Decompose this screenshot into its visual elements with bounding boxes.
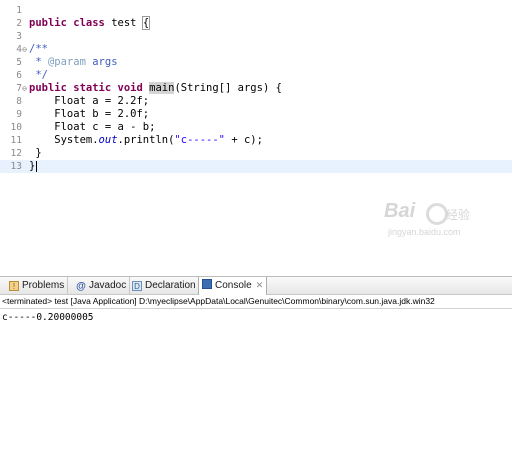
code-text: System.out.println("c-----" + c); [29,134,263,147]
code-line[interactable]: 8 Float a = 2.2f; [0,95,512,108]
line-number: 8 [16,96,22,107]
code-token: + c); [225,134,263,146]
close-icon[interactable]: ✕ [256,280,264,290]
code-line[interactable]: 4 ⊖/** [0,43,512,56]
code-line[interactable]: 11 System.out.println("c-----" + c); [0,134,512,147]
code-line[interactable]: 9 Float b = 2.0f; [0,108,512,121]
code-token: test [104,17,143,29]
tab-label: Console [215,280,252,291]
code-line[interactable]: 3 [0,30,512,43]
code-token: @param [47,56,86,68]
code-token: class [73,17,105,29]
code-token: out [98,134,118,146]
code-token: Float b = 2.0f; [29,108,150,120]
code-token: void [117,82,143,94]
code-token: Float c = a - b; [29,121,156,133]
javadoc-icon: @ [76,281,86,292]
tab-label: Problems [22,280,65,291]
baidu-watermark: Bai 经验 jingyan.baidu.com [384,200,484,244]
code-token: main [149,82,175,94]
tab-javadoc[interactable]: @ Javadoc [73,277,131,294]
text-caret [36,160,38,172]
fold-toggle-icon[interactable]: ⊖ [20,43,29,56]
terminated-status: <terminated> test [Java Application] D:\… [0,295,512,307]
code-line[interactable]: 6 */ [0,69,512,82]
code-token: args [85,56,118,68]
code-token: { [141,16,151,30]
line-number: 9 [16,109,22,120]
code-token: "c-----" [174,134,225,146]
code-line[interactable]: 13} [0,160,512,173]
code-token: (String[] args) { [174,82,282,94]
code-token: System. [29,134,99,146]
console-output-text[interactable]: c-----0.20000005 [2,312,94,323]
line-number: 13 [10,161,22,172]
code-text: */ [29,69,48,82]
code-line[interactable]: 7 ⊖ public static void main(String[] args)… [0,82,512,95]
watermark-url: jingyan.baidu.com [388,227,461,237]
line-number: 6 [16,70,22,81]
watermark-cn-text: 经验 [446,208,471,222]
line-number: 10 [10,122,22,133]
code-token: public [29,17,67,29]
console-icon [202,279,212,289]
code-line[interactable]: 5 * @param args [0,56,512,69]
code-token: /** [29,43,48,55]
line-number: 4 [16,44,22,55]
tab-problems[interactable]: ! Problems [6,277,69,294]
line-number: 11 [10,135,22,146]
code-text: } [29,147,42,160]
paw-icon [426,203,448,225]
code-line[interactable]: 12 } [0,147,512,160]
code-token: public [29,82,67,94]
code-text: /** [29,43,48,56]
code-text: } [29,160,38,173]
code-text: * @param args [29,56,118,69]
code-line[interactable]: 1 [0,4,512,17]
console-view-tabbar: ! Problems @ Javadoc D Declaration Console ✕ [0,276,512,295]
code-text: public class test { [29,16,151,30]
line-number: 12 [10,148,22,159]
code-text: Float c = a - b; [29,121,155,134]
problems-icon: ! [9,281,19,291]
code-token: static [73,82,112,94]
code-token: */ [29,69,48,81]
code-line[interactable]: 10 Float c = a - b; [0,121,512,134]
line-number: 2 [16,18,22,29]
code-text: public static void main(String[] args) { [29,82,282,95]
code-text: Float a = 2.2f; [29,95,149,108]
code-text: Float b = 2.0f; [29,108,149,121]
console-output-area[interactable]: c-----0.20000005 [0,308,512,453]
line-number: 7 [16,83,22,94]
tab-console[interactable]: Console ✕ [198,277,268,295]
watermark-logo-text: Bai [384,200,416,222]
code-line[interactable]: 2 public class test { [0,16,512,30]
code-token: } [29,160,36,172]
declaration-icon: D [132,281,142,291]
line-number: 3 [16,31,22,42]
tab-label: Declaration [145,280,196,291]
code-token: .println( [117,134,175,146]
code-token: } [29,147,42,159]
line-number: 1 [16,5,22,16]
tab-label: Javadoc [89,280,127,291]
tab-declaration[interactable]: D Declaration [129,277,200,294]
line-number: 5 [16,57,22,68]
code-token: Float a = 2.2f; [29,95,150,107]
code-token: * [29,56,48,68]
fold-toggle-icon[interactable]: ⊖ [20,82,29,95]
